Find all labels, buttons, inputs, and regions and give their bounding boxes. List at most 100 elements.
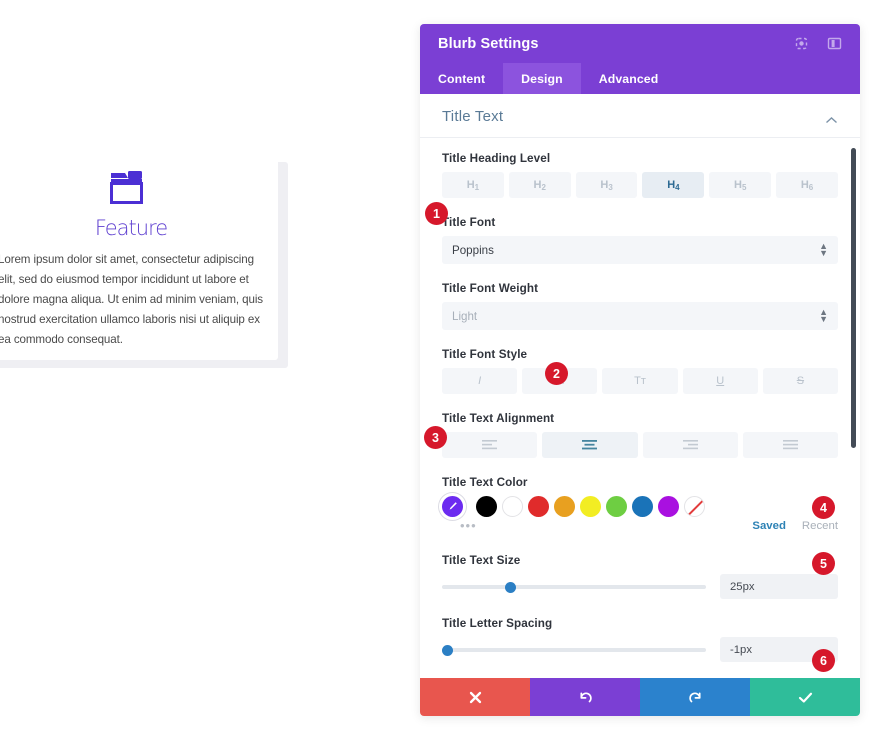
section-heading: Title Text [442,108,504,125]
color-swatch-footer: ••• Saved Recent [442,519,838,532]
heading-level-h5[interactable]: H5 [709,172,772,198]
field-label: Title Text Size [442,554,521,567]
modal-header: Blurb Settings [420,24,860,63]
heading-level-h6[interactable]: H6 [776,172,838,198]
marker-2: 2 [545,362,568,385]
align-right-icon[interactable] [642,432,738,458]
heading-level-options: H1 H2 H3 H4 H5 H6 [442,172,838,198]
title-text-size-control: 25px [442,574,838,599]
title-font-weight-value: Light [452,309,478,323]
preview-card: Feature Lorem ipsum dolor sit amet, cons… [0,154,278,360]
settings-scrollbar[interactable] [851,148,856,448]
blurb-preview-card: Feature Lorem ipsum dolor sit amet, cons… [0,154,288,368]
title-text-size-slider[interactable] [442,580,706,594]
cancel-button[interactable] [420,678,530,716]
field-label: Title Font [442,216,496,229]
align-justify-icon[interactable] [742,432,838,458]
layout-panel-icon[interactable] [827,36,842,51]
field-title-font-style: Title Font Style I TT Tᴛ U S [442,348,839,394]
modal-body: Title Text Title Heading Level H1 H2 H3 … [420,94,860,678]
settings-fields: Title Heading Level H1 H2 H3 H4 H5 H6 Ti… [420,138,860,678]
field-title-text-size: Title Text Size 25px [442,554,838,599]
field-label: Title Heading Level [442,152,551,165]
strikethrough-icon[interactable]: S [762,368,839,394]
swatch-yellow[interactable] [580,496,601,517]
title-font-select[interactable]: Poppins ▲ ▼ [442,236,838,264]
chevron-updown-icon: ▲ ▼ [819,241,828,258]
pill-tag: H [800,179,809,191]
title-font-weight-select[interactable]: Light ▲ ▼ [442,302,838,330]
align-left-icon[interactable] [442,432,538,458]
slider-track [442,647,706,652]
swatch-green[interactable] [606,496,627,517]
tab-content[interactable]: Content [420,63,503,94]
align-center-icon[interactable] [542,432,638,458]
swatch-black[interactable] [476,496,497,517]
field-title-text-color: Title Text Color ••• Saved Recent [442,476,838,532]
style-glyph: U [716,375,725,387]
heading-level-h3[interactable]: H3 [575,172,638,198]
style-glyph: S [796,375,805,387]
preview-body-text: Lorem ipsum dolor sit amet, consectetur … [0,253,264,346]
field-title-font-weight: Title Font Weight Light ▲ ▼ [442,282,838,330]
value-text: -1px [730,643,752,656]
save-button[interactable] [750,678,860,716]
swatch-none[interactable] [684,496,705,517]
modal-footer [420,678,860,716]
close-icon [469,691,482,704]
color-picker-button[interactable] [442,496,463,517]
screen: Feature Lorem ipsum dolor sit amet, cons… [0,0,880,747]
target-icon[interactable] [794,36,809,51]
undo-button[interactable] [530,678,640,716]
field-label: Title Font Style [442,348,528,361]
color-swatches [442,496,838,517]
pill-tag: H [667,179,676,191]
title-font-style-options: I TT Tᴛ U S [442,368,839,394]
field-title-text-alignment: Title Text Alignment [442,412,838,458]
chevron-updown-icon: ▲ ▼ [819,307,828,324]
chevron-up-icon[interactable] [825,112,838,124]
swatch-white[interactable] [502,496,523,517]
swatch-red[interactable] [528,496,549,517]
field-label: Title Text Alignment [442,412,555,425]
slider-knob[interactable] [505,581,517,593]
style-glyph: Tᴛ [634,375,646,387]
tab-advanced[interactable]: Advanced [581,63,677,94]
settings-scroll-area: Title Text Title Heading Level H1 H2 H3 … [420,94,860,678]
modal-header-icons [794,36,842,51]
title-letter-spacing-slider[interactable] [442,643,706,657]
title-text-alignment-options [442,432,838,458]
underline-icon[interactable]: U [682,368,758,394]
title-font-value: Poppins [452,243,494,257]
pill-tag: H [533,179,542,191]
undo-icon [578,690,593,705]
recent-colors-tab[interactable]: Recent [802,520,838,532]
modal-title: Blurb Settings [438,35,539,52]
field-title-letter-spacing: Title Letter Spacing -1px [442,617,838,662]
saved-colors-tab[interactable]: Saved [752,520,786,532]
swatch-blue[interactable] [632,496,653,517]
field-label: Title Font Weight [442,282,539,295]
redo-icon [688,690,703,705]
field-label: Title Letter Spacing [442,617,553,630]
smallcaps-icon[interactable]: Tᴛ [602,368,678,394]
tab-design[interactable]: Design [503,63,581,94]
marker-4: 4 [812,496,835,519]
more-colors-button[interactable]: ••• [460,519,477,532]
section-title-text[interactable]: Title Text [420,94,860,138]
value-text: 25px [730,580,755,593]
marker-5: 5 [812,552,835,575]
heading-level-h2[interactable]: H2 [508,172,571,198]
redo-button[interactable] [640,678,750,716]
swatch-purple[interactable] [658,496,679,517]
heading-level-h4[interactable]: H4 [642,172,705,198]
title-text-size-input[interactable]: 25px [720,574,838,599]
pill-sub: 6 [808,182,814,192]
title-letter-spacing-control: -1px [442,637,838,662]
swatch-orange[interactable] [554,496,575,517]
modal-tabs: Content Design Advanced [420,63,860,94]
italic-icon[interactable]: I [442,368,518,394]
slider-knob[interactable] [442,644,453,656]
marker-3: 3 [424,426,447,449]
heading-level-h1[interactable]: H1 [442,172,504,198]
